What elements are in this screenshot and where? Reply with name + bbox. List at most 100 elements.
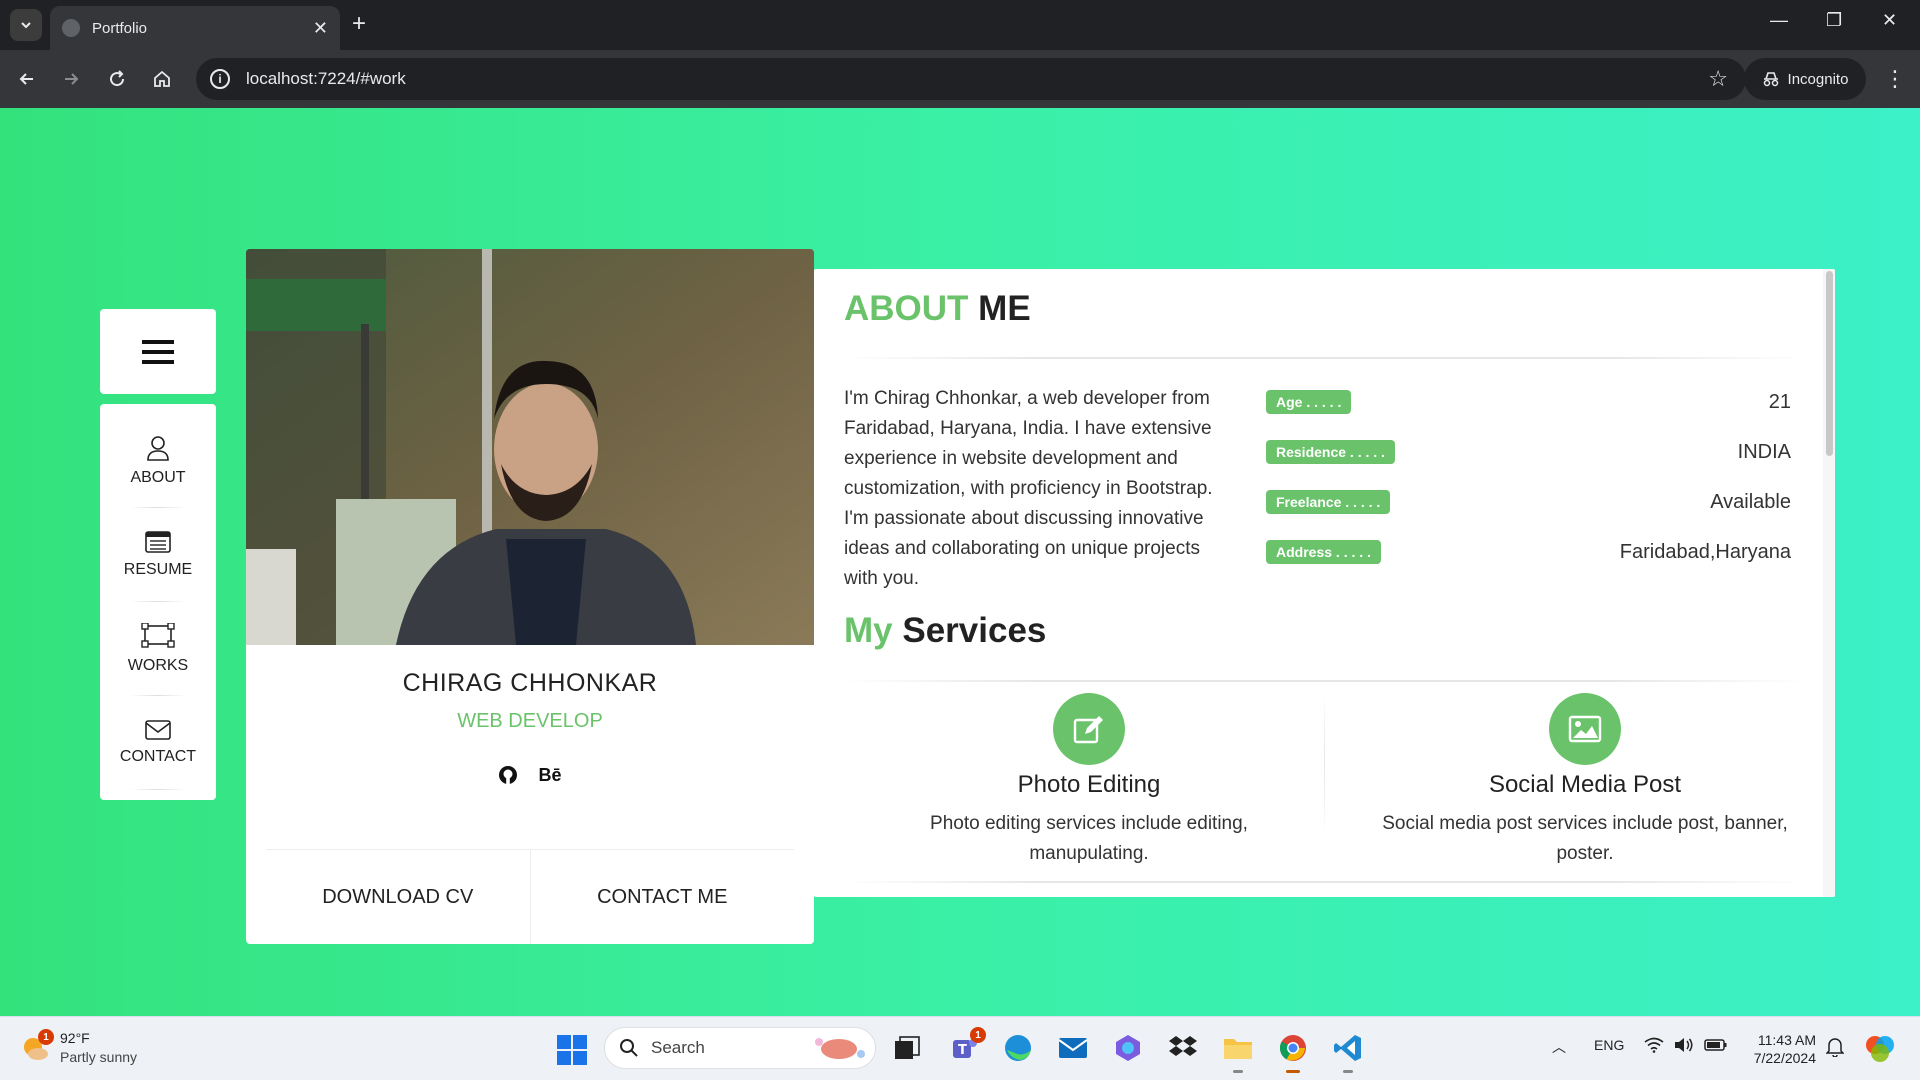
task-view-icon xyxy=(895,1036,920,1059)
info-value: Faridabad,Haryana xyxy=(1619,540,1791,563)
services-title-rest: Services xyxy=(902,611,1047,650)
info-value: INDIA xyxy=(1737,440,1791,463)
taskbar-search[interactable]: Search xyxy=(604,1027,876,1069)
notification-bell-icon[interactable] xyxy=(1825,1037,1845,1060)
reload-icon xyxy=(110,70,125,87)
weather-widget[interactable]: 1 92°F Partly sunny xyxy=(20,1029,137,1067)
taskbar-copilot[interactable] xyxy=(1111,1031,1145,1065)
contact-me-button[interactable]: CONTACT ME xyxy=(529,850,795,944)
incognito-label: Incognito xyxy=(1787,70,1849,88)
service-desc: Social media post services include post,… xyxy=(1382,813,1788,864)
search-label: Search xyxy=(651,1038,705,1057)
hamburger-icon xyxy=(142,339,174,364)
profile-photo-art xyxy=(246,249,814,645)
behance-icon[interactable]: Bē xyxy=(538,765,561,786)
sidebar-item-about[interactable]: ABOUT xyxy=(100,414,216,508)
teams-badge: 1 xyxy=(970,1027,986,1043)
back-button[interactable] xyxy=(12,64,42,94)
taskbar-task-view[interactable] xyxy=(890,1031,924,1065)
info-row-address: Address . . . . . Faridabad,Haryana xyxy=(1266,539,1791,565)
info-label: Freelance . . . . . xyxy=(1266,490,1391,514)
taskbar-mail[interactable] xyxy=(1056,1031,1090,1065)
service-social-media-post: Social Media Post Social media post serv… xyxy=(1350,693,1820,869)
card-actions: DOWNLOAD CV CONTACT ME xyxy=(266,849,794,944)
github-icon[interactable] xyxy=(498,765,518,785)
taskbar-edge[interactable] xyxy=(1001,1031,1035,1065)
home-button[interactable] xyxy=(147,64,177,94)
tab-title: Portfolio xyxy=(92,19,148,37)
services-title-accent: My xyxy=(844,611,893,650)
about-scrollbar[interactable] xyxy=(1823,269,1835,897)
about-divider xyxy=(844,357,1805,359)
sidebar-item-works[interactable]: WORKS xyxy=(100,602,216,696)
browser-tabstrip: Portfolio ✕ + — ❐ ✕ xyxy=(0,0,1920,50)
user-icon xyxy=(147,436,169,461)
new-tab-button[interactable]: + xyxy=(352,12,366,36)
envelope-icon xyxy=(145,720,171,740)
info-row-residence: Residence . . . . . INDIA xyxy=(1266,439,1791,465)
star-icon[interactable]: ☆ xyxy=(1708,66,1728,92)
forward-button[interactable] xyxy=(56,64,86,94)
info-label: Residence . . . . . xyxy=(1266,440,1395,464)
restore-icon[interactable]: ❐ xyxy=(1826,10,1842,31)
browser-tab-active[interactable]: Portfolio ✕ xyxy=(50,6,340,50)
sidebar-item-label: WORKS xyxy=(127,657,189,674)
tray-overflow-icon[interactable]: ︿ xyxy=(1552,1037,1566,1057)
service-title: Social Media Post xyxy=(1488,771,1682,798)
taskbar-chrome[interactable] xyxy=(1276,1031,1310,1073)
side-nav: ABOUT RESUME WORKS CONTACT xyxy=(100,404,216,800)
language-indicator[interactable]: ENG xyxy=(1594,1037,1624,1053)
address-bar[interactable]: i localhost:7224/#work ☆ xyxy=(196,58,1746,100)
info-label: Address . . . . . xyxy=(1266,540,1381,564)
chrome-icon xyxy=(1279,1035,1306,1061)
sidebar-item-resume[interactable]: RESUME xyxy=(100,508,216,602)
minimize-icon[interactable]: — xyxy=(1770,10,1788,31)
taskbar-vscode[interactable] xyxy=(1331,1031,1365,1073)
document-list-icon xyxy=(145,531,171,553)
service-desc: Photo editing services include editing, … xyxy=(930,813,1248,864)
profile-name: CHIRAG CHHONKAR xyxy=(402,669,658,697)
browser-toolbar: i localhost:7224/#work ☆ Incognito ⋮ xyxy=(0,50,1920,108)
taskbar-dropbox[interactable] xyxy=(1166,1031,1200,1065)
taskbar-teams[interactable]: T 1 xyxy=(948,1027,986,1065)
download-cv-button[interactable]: DOWNLOAD CV xyxy=(266,850,530,944)
vscode-icon xyxy=(1334,1035,1361,1061)
wifi-icon[interactable] xyxy=(1644,1037,1664,1056)
reload-button[interactable] xyxy=(102,64,132,94)
image-icon xyxy=(1549,693,1621,765)
url-text[interactable]: localhost:7224/#work xyxy=(246,69,1708,89)
taskbar-clock[interactable]: 11:43 AM 7/22/2024 xyxy=(1740,1031,1816,1067)
about-panel: ABOUT ME I'm Chirag Chhonkar, a web deve… xyxy=(814,269,1835,897)
info-value: Available xyxy=(1710,490,1791,513)
start-button[interactable] xyxy=(557,1035,587,1070)
battery-icon[interactable] xyxy=(1704,1037,1728,1056)
services-bottom-divider xyxy=(844,881,1805,883)
scrollbar-thumb[interactable] xyxy=(1826,271,1833,456)
about-title-accent: ABOUT xyxy=(844,289,969,328)
profile-card: CHIRAG CHHONKAR WEB DEVELOP Bē DOWNLOAD … xyxy=(246,249,814,944)
arrow-right-icon xyxy=(65,73,79,85)
volume-icon[interactable] xyxy=(1674,1037,1694,1056)
search-highlight-icon xyxy=(815,1038,865,1059)
taskbar-file-explorer[interactable] xyxy=(1221,1031,1255,1073)
kebab-menu-icon[interactable]: ⋮ xyxy=(1884,66,1906,92)
weather-badge: 1 xyxy=(38,1029,54,1045)
edge-icon xyxy=(1005,1035,1031,1061)
dropbox-icon xyxy=(1169,1036,1197,1056)
window-close-icon[interactable]: ✕ xyxy=(1882,10,1897,31)
about-title-rest: ME xyxy=(978,289,1031,328)
svg-text:T: T xyxy=(958,1043,967,1058)
info-icon[interactable]: i xyxy=(210,69,230,89)
info-row-freelance: Freelance . . . . . Available xyxy=(1266,489,1791,515)
menu-toggle-button[interactable] xyxy=(100,309,216,394)
incognito-button[interactable]: Incognito xyxy=(1744,58,1866,100)
folder-icon xyxy=(1224,1039,1252,1059)
sidebar-item-contact[interactable]: CONTACT xyxy=(100,696,216,790)
partly-sunny-icon: 1 xyxy=(20,1029,54,1063)
globe-icon xyxy=(62,19,80,37)
close-icon[interactable]: ✕ xyxy=(313,18,328,39)
tab-search-button[interactable] xyxy=(10,9,42,41)
profile-role: WEB DEVELOP xyxy=(457,710,603,732)
windows-logo-icon xyxy=(557,1035,587,1065)
copilot-tray-icon[interactable] xyxy=(1864,1033,1896,1066)
